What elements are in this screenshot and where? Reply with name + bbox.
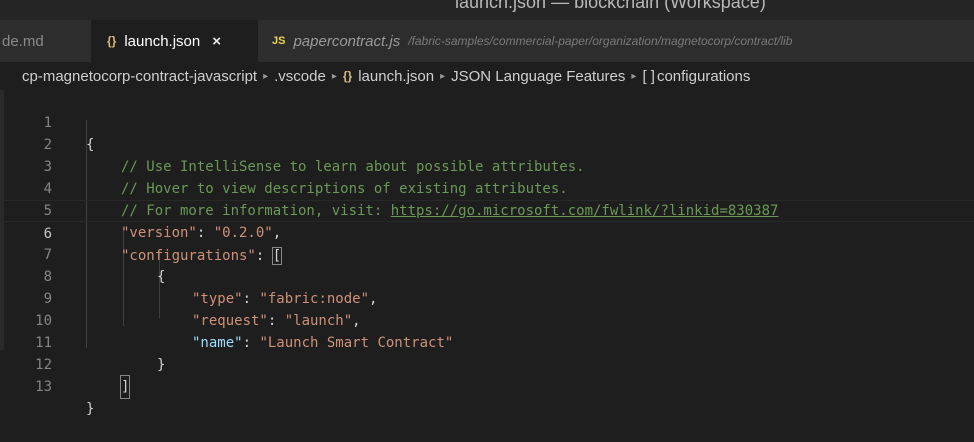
breadcrumb-item-launch-json[interactable]: launch.json [358,68,434,85]
json-file-icon: {} [107,34,117,48]
json-file-icon: {} [342,69,353,83]
code-line: 5 "version": "0.2.0", [0,178,974,241]
tab-bar: de.md {} launch.json × JS papercontract.… [0,20,974,62]
array-icon: [ ] [642,67,655,85]
tab-label: papercontract.js [293,32,401,50]
close-icon[interactable]: × [212,33,221,50]
chevron-right-icon: ▸ [331,70,337,82]
code-line: 13 } [0,354,974,417]
code-line: 4 // For more information, visit: https:… [0,156,974,219]
window-title: launch.json — blockchain (Workspace) [455,0,766,12]
tab-label: de.md [2,32,44,50]
tab-readme[interactable]: de.md [0,20,91,62]
tab-launch-json[interactable]: {} launch.json × [91,20,258,62]
breadcrumb-item-vscode[interactable]: .vscode [274,68,326,85]
code-line: 2 // Use IntelliSense to learn about pos… [0,112,974,175]
code-text: } [86,401,95,417]
code-line: 8 "type": "fabric:node", [0,244,974,307]
code-line: 1 { [0,90,974,153]
chevron-right-icon: ▸ [440,70,446,82]
chevron-right-icon: ▸ [631,70,637,82]
code-line: 7 { [0,222,974,285]
tab-path: /fabric-samples/commercial-paper/organiz… [408,34,793,48]
breadcrumb-item-configurations[interactable]: configurations [657,68,750,85]
breadcrumb: cp-magnetocorp-contract-javascript ▸ .vs… [0,62,974,90]
tab-label: launch.json [124,32,201,50]
breadcrumb-item-folder[interactable]: cp-magnetocorp-contract-javascript [22,68,257,85]
code-line: 3 // Hover to view descriptions of exist… [0,134,974,197]
chevron-right-icon: ▸ [263,70,269,82]
code-line: 9 "request": "launch", [0,266,974,329]
code-line-active: 6 "configurations": [ [0,200,974,265]
code-line: 11 } [0,310,974,373]
breadcrumb-item-json-features[interactable]: JSON Language Features [451,68,625,85]
line-number: 13 [35,379,52,395]
code-line: 12 ] [0,332,974,399]
code-line: 10 "name": "Launch Smart Contract" [0,288,974,351]
title-bar: launch.json — blockchain (Workspace) [0,0,974,20]
js-file-icon: JS [272,35,286,47]
code-editor[interactable]: 1 { 2 // Use IntelliSense to learn about… [0,90,974,417]
bracket-match: ] [119,375,131,399]
tab-papercontract-js[interactable]: JS papercontract.js /fabric-samples/comm… [258,20,974,62]
